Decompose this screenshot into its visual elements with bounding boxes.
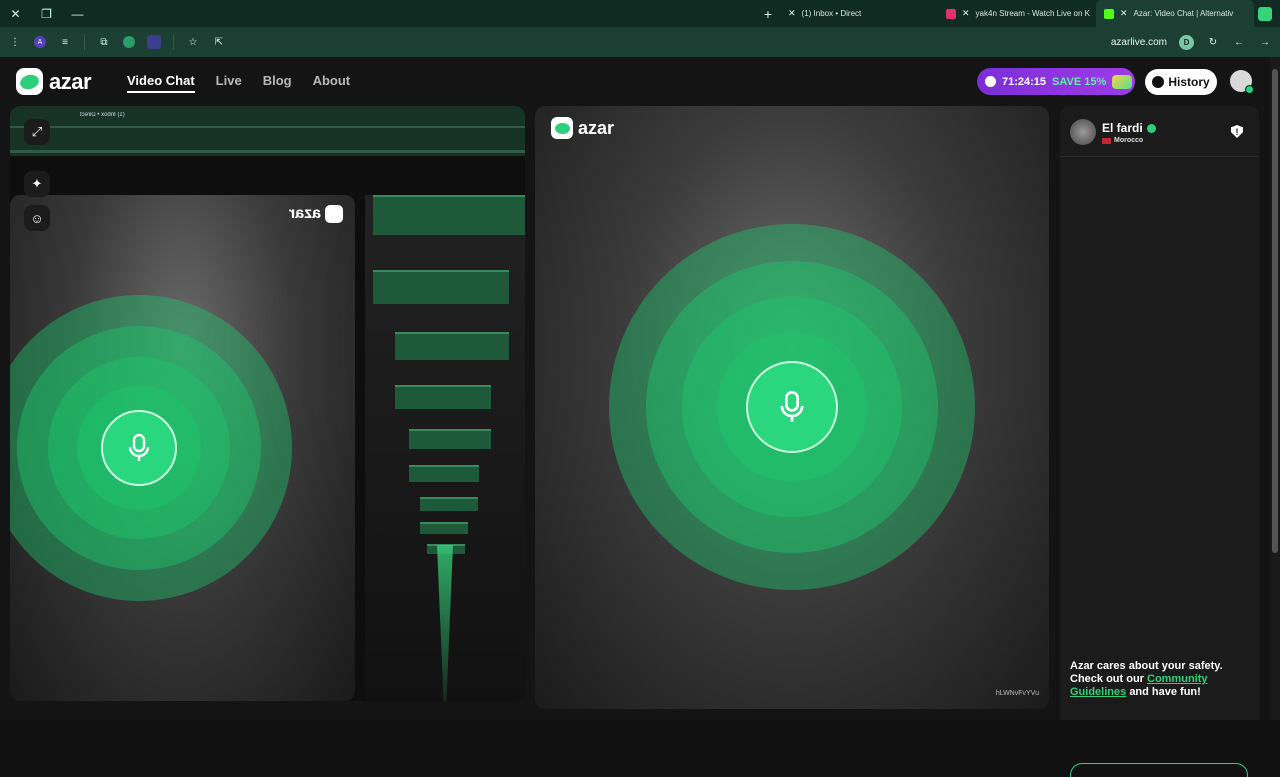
safety-notice: Azar cares about your safety. Check out … <box>1070 660 1250 699</box>
extensions-icon[interactable]: ⧉ <box>97 35 111 49</box>
partner-country: Morocco <box>1114 137 1144 144</box>
main-nav: Video Chat Live Blog About <box>127 73 350 93</box>
extension-square-icon[interactable] <box>147 35 161 49</box>
menu-dots-icon[interactable]: ⋮ <box>8 35 22 49</box>
chat-sidebar: El fardi Morocco ! Azar cares about your… <box>1060 106 1259 777</box>
partner-video-feed: azar hLWNvFvYVu <box>535 106 1049 709</box>
report-shield-icon[interactable]: ! <box>1231 125 1243 138</box>
self-video-feed: azar <box>10 195 355 701</box>
instagram-icon <box>946 8 956 19</box>
gems-icon <box>1112 74 1133 89</box>
azar-logo-icon <box>551 117 573 139</box>
share-icon[interactable]: ⇱ <box>212 35 226 49</box>
history-label: History <box>1168 75 1210 89</box>
sparkle-effects-icon[interactable]: ✦ <box>24 171 50 197</box>
divider <box>84 34 85 50</box>
new-tab-button[interactable]: + <box>756 6 780 22</box>
minimize-window-icon[interactable]: — <box>62 0 93 27</box>
browser-address-bar: ⋮ A ≡ ⧉ ☆ ⇱ azarlive.com D ↻ ← → <box>0 27 1280 57</box>
browser-tab-instagram[interactable]: ✕ (1) Inbox • Direct <box>780 0 938 27</box>
browser-tab-kick[interactable]: ✕ yak4n Stream - Watch Live on K <box>938 0 1096 27</box>
nav-about[interactable]: About <box>313 73 351 93</box>
url-field[interactable]: azarlive.com <box>1111 37 1167 48</box>
azar-logo-icon <box>325 205 343 223</box>
morocco-flag-icon <box>1102 137 1111 144</box>
video-watermark-id: hLWNvFvYVu <box>995 690 1039 697</box>
verified-badge-icon <box>1146 123 1156 133</box>
mirrored-azar-logo: azar <box>289 205 343 223</box>
partner-avatar[interactable] <box>1070 119 1096 145</box>
close-tab-icon[interactable]: ✕ <box>1120 8 1128 19</box>
history-clock-icon <box>1152 76 1165 88</box>
tab-title: (1) Inbox • Direct <box>801 9 862 18</box>
pip-expand-icon[interactable]: ⤢ <box>24 119 50 145</box>
nav-video-chat[interactable]: Video Chat <box>127 73 195 93</box>
nav-live[interactable]: Live <box>216 73 242 93</box>
face-filter-icon[interactable]: ☺ <box>24 205 50 231</box>
tab-title: yak4n Stream - Watch Live on K <box>975 9 1090 18</box>
divider <box>173 34 174 50</box>
site-header: azar Video Chat Live Blog About 71:24:15… <box>0 57 1280 106</box>
partner-country-row: Morocco <box>1102 137 1143 144</box>
microphone-icon <box>128 433 150 461</box>
partner-name: El fardi <box>1102 121 1143 135</box>
browser-tab-azar[interactable]: ✕ Azar: Video Chat | Alternativ <box>1096 0 1254 27</box>
promo-timer: 71:24:15 <box>1002 75 1047 88</box>
star-bookmark-icon[interactable]: ☆ <box>186 35 200 49</box>
nav-blog[interactable]: Blog <box>263 73 292 93</box>
microphone-icon <box>780 390 804 422</box>
mic-indicator <box>101 410 177 486</box>
extension-icon[interactable] <box>1258 6 1272 21</box>
mic-indicator <box>746 361 838 453</box>
clock-icon <box>985 76 996 87</box>
azar-watermark-logo: azar <box>551 117 614 139</box>
recursive-screen-reflection <box>365 195 525 701</box>
partner-name-row: El fardi <box>1102 121 1156 135</box>
site-profile-icon[interactable]: D <box>1179 34 1194 50</box>
partner-info-header: El fardi Morocco ! <box>1060 106 1259 157</box>
user-avatar[interactable] <box>1230 70 1254 94</box>
online-status-icon <box>1245 85 1254 94</box>
azar-site: azar Video Chat Live Blog About 71:24:15… <box>0 57 1280 777</box>
browser-tab-bar: ✕ ❐ — + ✕ (1) Inbox • Direct ✕ yak4n Str… <box>0 0 1280 27</box>
mirrored-logo-text: azar <box>288 205 321 222</box>
page-scrollbar[interactable] <box>1270 57 1280 720</box>
forward-arrow-icon[interactable]: → <box>1258 35 1272 49</box>
promo-discount: SAVE 15% <box>1052 75 1107 88</box>
profile-a-icon[interactable]: A <box>34 36 46 48</box>
promo-banner[interactable]: 71:24:15 SAVE 15% <box>977 68 1135 95</box>
restore-window-icon[interactable]: ❐ <box>31 0 62 27</box>
safety-tail: and have fun! <box>1129 686 1201 698</box>
logo-text: azar <box>49 68 92 94</box>
azar-logo-icon <box>16 68 43 95</box>
close-window-icon[interactable]: ✕ <box>0 0 31 27</box>
close-tab-icon[interactable]: ✕ <box>788 8 796 19</box>
history-button[interactable]: History <box>1145 69 1217 95</box>
reload-icon[interactable]: ↻ <box>1206 35 1220 49</box>
partner-logo-text: azar <box>578 117 615 138</box>
tab-title: Azar: Video Chat | Alternativ <box>1133 9 1234 18</box>
reading-list-icon[interactable]: ≡ <box>58 35 72 49</box>
close-tab-icon[interactable]: ✕ <box>962 8 970 19</box>
extension-round-icon[interactable] <box>123 36 135 48</box>
mirrored-tab-text: (1) Inbox • Direct <box>80 112 125 118</box>
kick-icon <box>1104 8 1114 19</box>
scrollbar-thumb[interactable] <box>1272 69 1278 553</box>
mirrored-browser-strip: (1) Inbox • Direct <box>10 106 525 156</box>
chat-message-input[interactable] <box>1070 763 1248 777</box>
azar-logo[interactable]: azar <box>16 68 92 95</box>
back-arrow-icon[interactable]: ← <box>1232 35 1246 49</box>
self-video-panel: (1) Inbox • Direct azar ⤢ ✦ ☺ <box>10 106 525 701</box>
